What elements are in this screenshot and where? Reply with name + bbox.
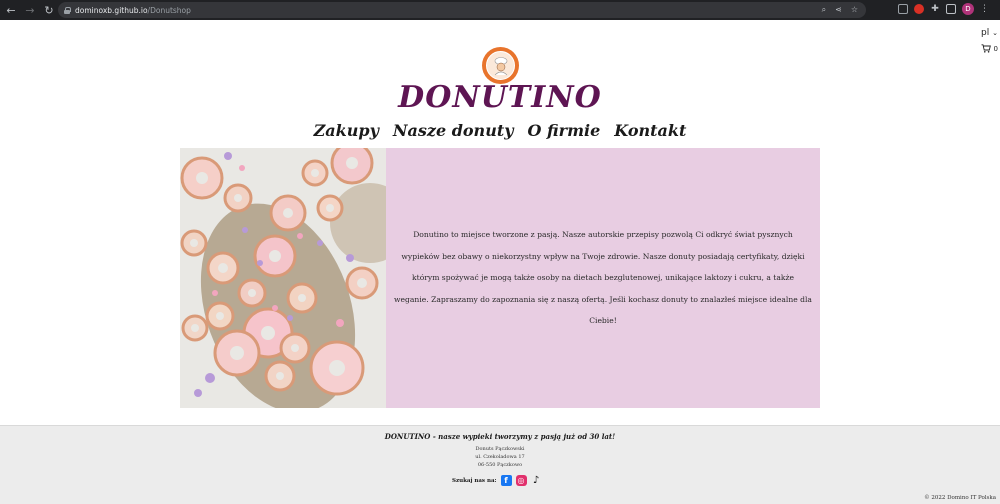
reload-icon[interactable]: ↻: [41, 2, 57, 18]
lock-icon: [64, 6, 71, 14]
footer: DONUTINO - nasze wypieki tworzymy z pasj…: [0, 425, 1000, 504]
instagram-icon[interactable]: ◎: [515, 475, 527, 486]
chef-logo-icon: [486, 51, 515, 80]
facebook-icon[interactable]: f: [500, 475, 512, 486]
language-value: pl: [981, 28, 990, 38]
address-street: ul. Czekoladowa 17: [475, 454, 525, 461]
extension-icon[interactable]: [898, 4, 908, 14]
social-label: Szukaj nas na:: [452, 477, 497, 484]
footer-address: Donuts Pączkowski ul. Czekoladowa 17 06-…: [0, 445, 1000, 470]
menu-item-kontakt[interactable]: Kontakt: [614, 121, 686, 140]
copyright: © 2022 Domino IT Polska: [924, 495, 996, 501]
logo-badge[interactable]: [482, 47, 519, 84]
address-city: 06-550 Pączkowo: [477, 462, 523, 469]
about-panel: Donutino to miejsce tworzone z pasją. Na…: [386, 148, 820, 408]
menu-item-o-firmie[interactable]: O firmie: [528, 121, 601, 140]
language-select[interactable]: pl ⌄: [981, 28, 998, 38]
social-links: Szukaj nas na: f ◎ ♪: [452, 475, 542, 486]
side-panel-icon[interactable]: [946, 4, 956, 14]
url-path: /Donutshop: [147, 5, 191, 15]
share-icon[interactable]: ⋖: [835, 5, 842, 15]
profile-avatar[interactable]: D: [962, 3, 974, 15]
address-name: Donuts Pączkowski: [475, 446, 525, 452]
cart-count: 0: [993, 44, 998, 53]
address-bar[interactable]: dominoxb.github.io/Donutshop ⌕ ⋖ ☆: [58, 2, 866, 18]
chevron-down-icon: ⌄: [992, 29, 998, 37]
tiktok-icon[interactable]: ♪: [531, 475, 542, 486]
zoom-icon[interactable]: ⌕: [822, 5, 826, 15]
footer-brand: DONUTINO: [384, 432, 431, 441]
donuts-photo: [180, 148, 386, 408]
main-menu: Zakupy Nasze donuty O firmie Kontakt: [0, 121, 1000, 140]
url-host: dominoxb.github.io: [75, 5, 148, 15]
menu-item-zakupy[interactable]: Zakupy: [314, 121, 379, 140]
extensions-puzzle-icon[interactable]: ✚: [930, 4, 940, 14]
back-icon[interactable]: ←: [3, 2, 19, 18]
menu-item-nasze-donuty[interactable]: Nasze donuty: [393, 121, 514, 140]
forward-icon[interactable]: →: [22, 2, 38, 18]
record-extension-icon[interactable]: [914, 4, 924, 14]
cart-button[interactable]: 0: [981, 44, 998, 53]
footer-slogan: DONUTINO - nasze wypieki tworzymy z pasj…: [0, 432, 1000, 441]
footer-slogan-text: - nasze wypieki tworzymy z pasją już od …: [430, 432, 616, 441]
about-text: Donutino to miejsce tworzone z pasją. Na…: [394, 230, 812, 326]
bookmark-star-icon[interactable]: ☆: [851, 5, 858, 15]
brand-title[interactable]: DONUTINO: [0, 80, 1000, 115]
browser-menu-icon[interactable]: ⋮: [980, 4, 989, 14]
cart-icon: [981, 44, 991, 53]
browser-toolbar: ← → ↻ dominoxb.github.io/Donutshop ⌕ ⋖ ☆…: [0, 0, 1000, 20]
